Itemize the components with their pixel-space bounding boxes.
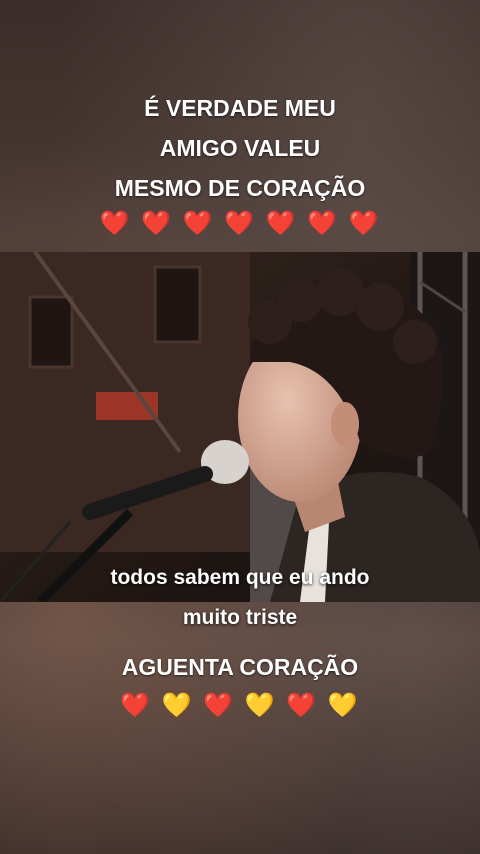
red-heart-icon: ❤️ <box>120 691 153 719</box>
yellow-heart-icon: 💛 <box>327 691 360 719</box>
top-hearts-row: ❤️ ❤️ ❤️ ❤️ ❤️ ❤️ ❤️ <box>0 208 480 238</box>
red-heart-icon: ❤️ <box>140 209 173 237</box>
red-heart-icon: ❤️ <box>224 209 256 237</box>
red-heart-icon: ❤️ <box>348 209 381 237</box>
video-subtitle-continued: muito triste <box>0 602 480 634</box>
red-heart-icon: ❤️ <box>203 691 236 719</box>
bottom-caption-title: AGUENTA CORAÇÃO <box>121 654 359 680</box>
yellow-heart-icon: 💛 <box>244 691 277 719</box>
subtitle-line-2: muito triste <box>182 606 298 629</box>
yellow-heart-icon: 💛 <box>161 691 194 719</box>
top-caption-line-3: MESMO DE CORAÇÃO <box>114 175 366 201</box>
bottom-hearts-row: ❤️ 💛 ❤️ 💛 ❤️ 💛 <box>0 690 480 720</box>
top-caption: É VERDADE MEU AMIGO VALEU MESMO DE CORAÇ… <box>0 88 480 208</box>
video-frame[interactable]: todos sabem que eu ando <box>0 252 480 602</box>
red-heart-icon: ❤️ <box>307 209 339 237</box>
red-heart-icon: ❤️ <box>182 209 215 237</box>
red-heart-icon: ❤️ <box>286 691 319 719</box>
bottom-caption: AGUENTA CORAÇÃO <box>0 650 480 684</box>
top-caption-line-1: É VERDADE MEU <box>144 95 336 121</box>
story-frame: É VERDADE MEU AMIGO VALEU MESMO DE CORAÇ… <box>0 0 480 854</box>
video-subtitle: todos sabem que eu ando <box>0 562 480 594</box>
top-caption-line-2: AMIGO VALEU <box>159 135 321 161</box>
singer-performance-image <box>0 252 480 602</box>
subtitle-line-1: todos sabem que eu ando <box>110 566 370 589</box>
red-heart-icon: ❤️ <box>265 209 298 237</box>
red-heart-icon: ❤️ <box>99 209 132 237</box>
